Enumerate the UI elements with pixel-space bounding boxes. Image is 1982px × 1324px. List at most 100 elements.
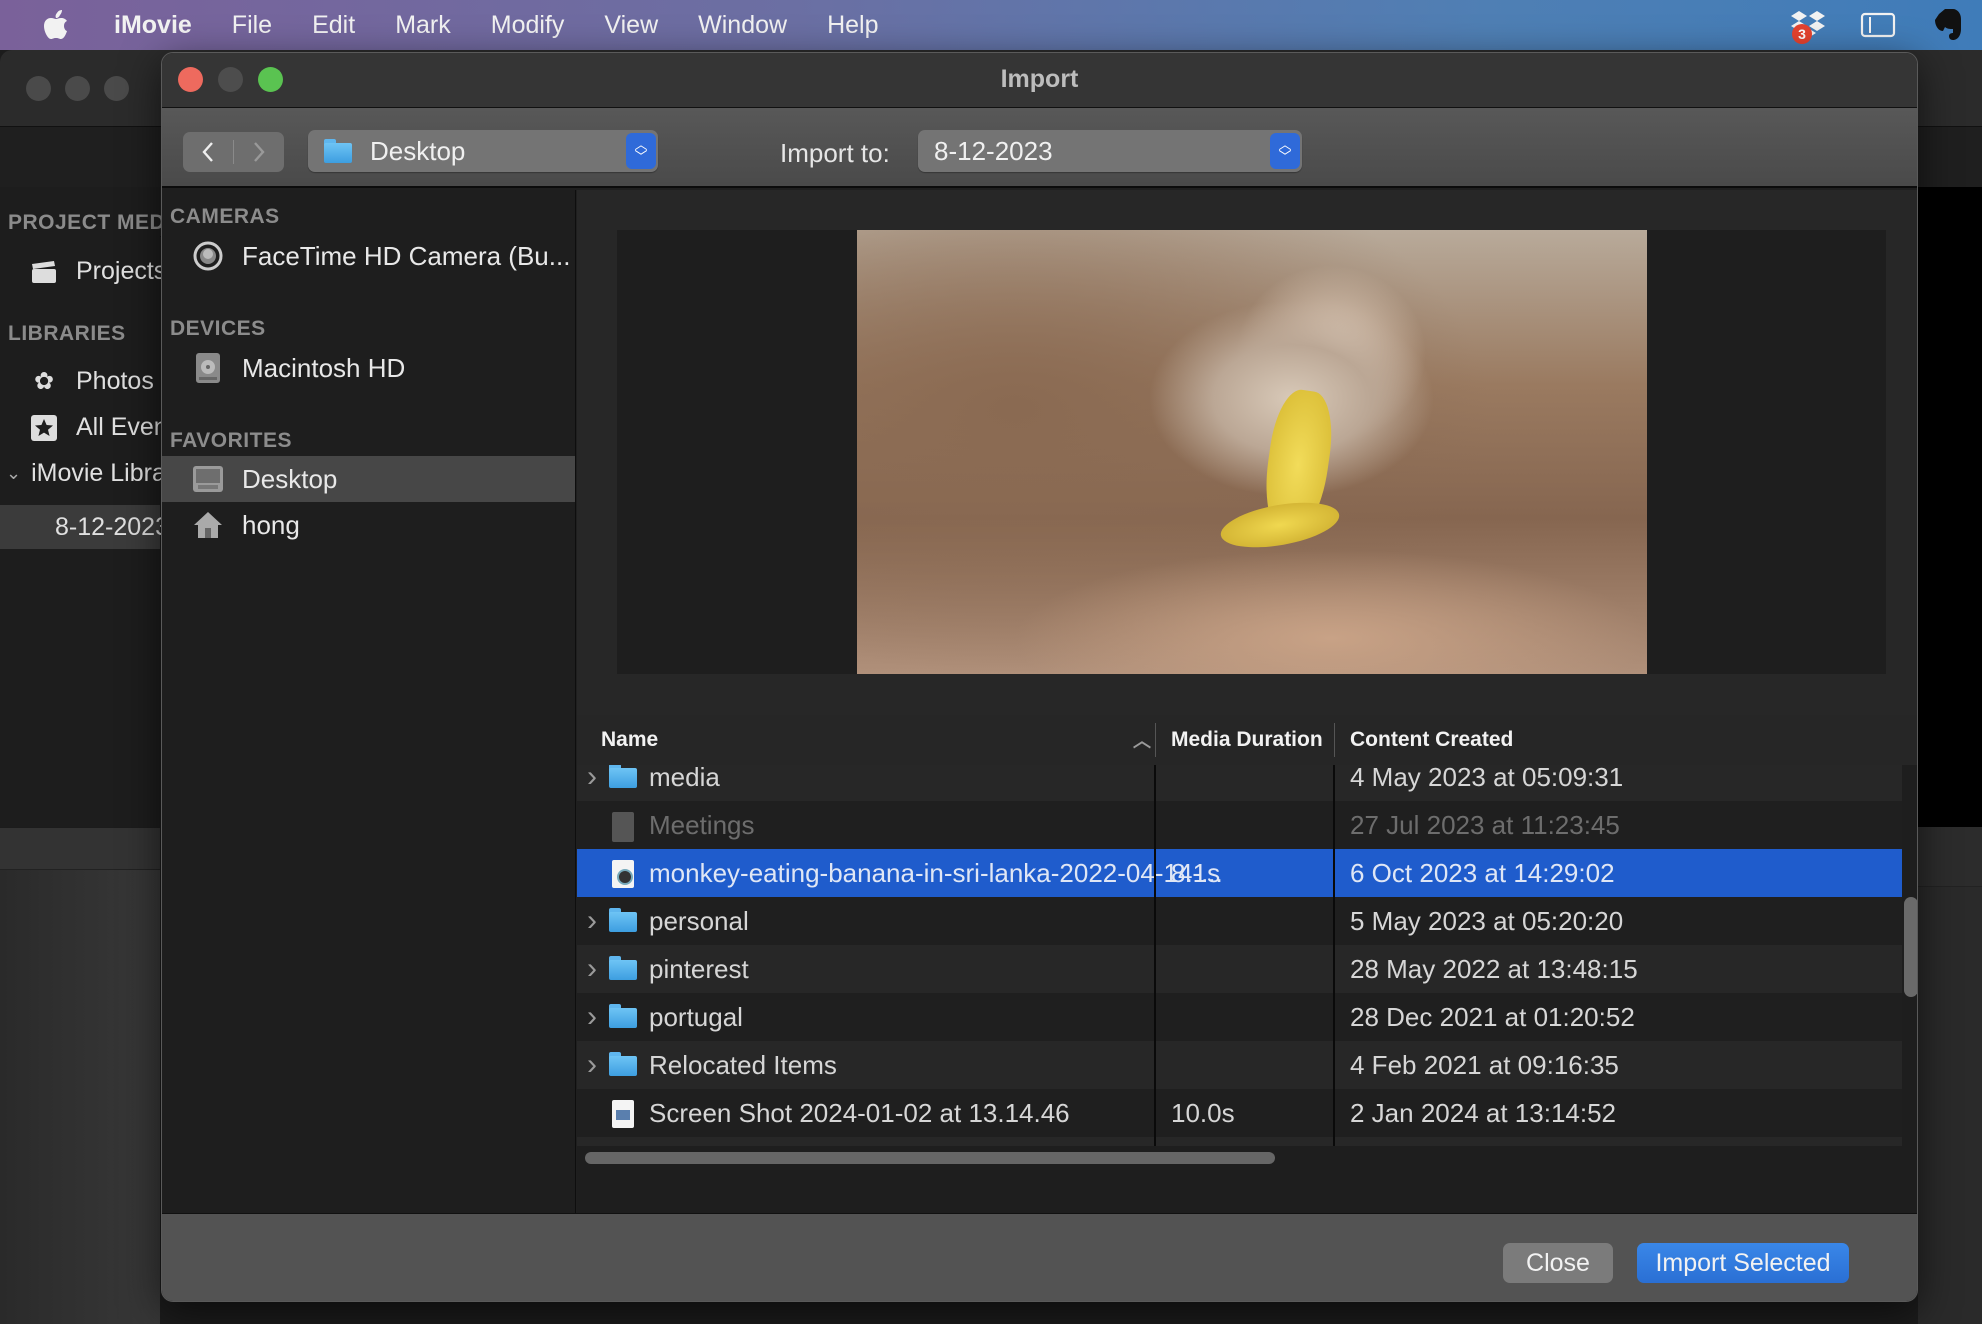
disclosure-chevron-icon[interactable]: › [587,897,597,945]
menu-help[interactable]: Help [827,11,878,40]
horizontal-scroll-thumb[interactable] [585,1152,1275,1164]
sidebar-item-imovie-library[interactable]: ⌄ iMovie Library [6,459,187,488]
cell-created: 27 Jul 2023 at 11:23:45 [1350,809,1620,840]
forward-button[interactable] [234,132,284,172]
sort-ascending-icon[interactable]: ︿ [1133,715,1151,765]
cell-created: 5 May 2023 at 05:20:20 [1350,905,1624,936]
table-body: › media 4 May 2023 at 05:09:31 Meetings 27 J… [577,765,1902,1146]
hard-drive-icon [192,352,224,384]
cell-name: Relocated Items [649,1049,837,1080]
folder-icon [324,139,352,163]
cell-duration: 8.1s [1171,857,1221,888]
disclosure-chevron-icon[interactable]: › [587,945,597,993]
table-row[interactable]: Meetings 27 Jul 2023 at 11:23:45 [577,801,1902,849]
cameras-header: CAMERAS [170,205,280,228]
cell-name: portugal [649,1001,743,1032]
screenshot-file-icon [609,1100,637,1128]
dialog-footer: Close Import Selected [162,1213,1917,1301]
imovie-sidebar: PROJECT MEDIA Projects LIBRARIES ✿ Photo… [0,187,187,827]
window-minimize-button[interactable] [65,76,90,101]
import-selected-button[interactable]: Import Selected [1637,1243,1849,1283]
table-row[interactable]: Screen Shot 2024-01-02 at 13.14.46 10.0s 2… [577,1089,1902,1137]
menu-mark[interactable]: Mark [395,11,451,40]
close-button[interactable]: Close [1503,1243,1613,1283]
cell-name: Screen Shot 2024-01-02 at 13.15.07 [649,1137,1070,1147]
dialog-title: Import [1000,65,1079,93]
camera-icon [192,240,224,272]
disclosure-chevron-icon[interactable]: › [587,1041,597,1089]
window-close-button[interactable] [26,76,51,101]
sidebar-item-event[interactable]: 8-12-2023 [0,505,169,549]
horizontal-scrollbar[interactable] [577,1148,1902,1166]
menu-imovie[interactable]: iMovie [114,11,192,40]
apple-menu-icon[interactable] [42,10,70,40]
location-popup[interactable]: Desktop ︿ ﹀ [308,130,658,172]
menu-modify[interactable]: Modify [491,11,565,40]
cell-created: 6 Oct 2023 at 14:29:02 [1350,857,1615,888]
column-header-name[interactable]: Name [601,715,658,765]
sidebar-item-projects[interactable]: Projects [30,257,166,286]
folder-icon [609,765,637,790]
movie-file-icon [609,860,637,888]
chevron-down-icon[interactable]: ⌄ [6,463,21,484]
disclosure-chevron-icon[interactable]: › [587,765,597,801]
menu-bar: iMovie File Edit Mark Modify View Window… [0,0,1982,50]
table-row[interactable]: › personal 5 May 2023 at 05:20:20 [577,897,1902,945]
cell-name: personal [649,905,749,936]
folder-icon [609,1004,637,1030]
banana-peel-shape [1217,495,1343,556]
vertical-scroll-thumb[interactable] [1904,897,1917,997]
menu-view[interactable]: View [604,11,658,40]
menu-edit[interactable]: Edit [312,11,355,40]
cell-created: 4 May 2023 at 05:09:31 [1350,765,1624,792]
table-row[interactable]: › portugal 28 Dec 2021 at 01:20:52 [577,993,1902,1041]
table-row[interactable]: monkey-eating-banana-in-sri-lanka-2022-0… [577,849,1902,897]
source-facetime-camera[interactable]: FaceTime HD Camera (Bu... [162,233,575,279]
cell-name: media [649,765,720,792]
source-home[interactable]: hong [162,502,575,548]
cell-name: pinterest [649,953,749,984]
notification-badge: 3 [1792,24,1812,44]
cell-duration: 10.0s [1171,1097,1235,1128]
clapper-icon [30,258,58,286]
source-macintosh-hd[interactable]: Macintosh HD [162,345,575,391]
imovie-lower-panel [0,828,160,1324]
preview-frame [617,230,1886,674]
dialog-titlebar: Import [162,53,1917,108]
menu-window[interactable]: Window [698,11,787,40]
cell-duration: 10.0s [1171,1137,1235,1147]
section-libraries: LIBRARIES [8,322,126,345]
folder-icon [609,956,637,982]
popup-stepper-icon: ︿ ﹀ [1270,133,1300,169]
column-header-duration[interactable]: Media Duration [1171,715,1323,765]
chevron-left-icon [202,142,213,162]
dropbox-tray[interactable]: 3 [1778,0,1838,50]
chevron-right-icon [254,142,265,162]
table-row[interactable]: Screen Shot 2024-01-02 at 13.15.07 10.0s 2… [577,1137,1902,1146]
sidebar-item-photos[interactable]: ✿ Photos [30,367,154,396]
back-button[interactable] [183,132,233,172]
cell-created: 28 Dec 2021 at 01:20:52 [1350,1001,1635,1032]
disclosure-chevron-icon[interactable]: › [587,993,597,1041]
table-row[interactable]: › Relocated Items 4 Feb 2021 at 09:16:35 [577,1041,1902,1089]
window-zoom-button[interactable] [104,76,129,101]
favorites-header: FAVORITES [170,429,292,452]
cell-created: 2 Jan 2024 at 13:14:52 [1350,1097,1617,1128]
evernote-tray[interactable] [1918,0,1978,50]
table-row[interactable]: › media 4 May 2023 at 05:09:31 [577,765,1902,801]
star-icon [30,414,58,442]
imovie-right-panel [1918,187,1982,1324]
source-desktop[interactable]: Desktop [162,456,575,502]
cell-created: 4 Feb 2021 at 09:16:35 [1350,1049,1619,1080]
sidecar-tray[interactable] [1848,0,1908,50]
table-row[interactable]: › pinterest 28 May 2022 at 13:48:15 [577,945,1902,993]
app-icon [609,812,637,842]
menu-file[interactable]: File [232,11,272,40]
import-to-popup[interactable]: 8-12-2023 ︿ ﹀ [918,130,1302,172]
column-header-created[interactable]: Content Created [1350,715,1513,765]
cell-name: Meetings [649,809,755,840]
folder-alias-icon [609,1052,637,1078]
folder-icon [609,908,637,934]
source-sidebar: CAMERAS FaceTime HD Camera (Bu... DEVICE… [162,190,576,1213]
dialog-toolbar: Desktop ︿ ﹀ Import to: 8-12-2023 ︿ ﹀ [162,108,1917,188]
